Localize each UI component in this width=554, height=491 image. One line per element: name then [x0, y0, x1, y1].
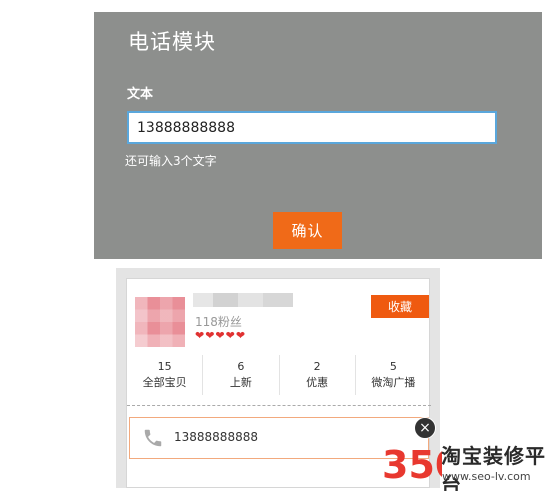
stat-num: 5 [389, 360, 397, 373]
phone-text-input[interactable] [127, 111, 497, 144]
text-field-label: 文本 [127, 87, 154, 102]
rating-hearts: ❤❤❤❤❤ [195, 329, 247, 342]
shop-name-blurred [193, 293, 293, 307]
follow-button[interactable]: 收藏 [371, 295, 429, 318]
stat-label: 微淘广播 [371, 376, 416, 389]
watermark-logo: 350 [382, 443, 442, 486]
remaining-chars-hint: 还可输入3个文字 [125, 154, 217, 168]
watermark-logo-text: 350 [382, 443, 442, 486]
stat-discounts[interactable]: 2 优惠 [280, 355, 356, 395]
stat-all-items[interactable]: 15 全部宝贝 [127, 355, 204, 395]
stat-num: 2 [313, 360, 321, 373]
stat-label: 上新 [229, 376, 252, 389]
dialog-title: 电话模块 [128, 30, 216, 54]
shop-avatar [135, 297, 185, 347]
stat-new[interactable]: 6 上新 [203, 355, 280, 395]
phone-module-dialog: 电话模块 文本 还可输入3个文字 确认 [94, 12, 542, 259]
watermark-name: 淘宝装修平台 [441, 444, 546, 491]
stat-broadcast[interactable]: 5 微淘广播 [356, 355, 431, 395]
stat-label: 全部宝贝 [142, 376, 187, 389]
preview-phone-number: 13888888888 [174, 430, 258, 444]
phone-icon [144, 429, 162, 447]
watermark-url: www.seo-lv.com [442, 470, 531, 483]
dashed-divider [127, 405, 431, 406]
stat-label: 优惠 [306, 376, 329, 389]
stat-num: 6 [237, 360, 245, 373]
shop-stats: 15 全部宝贝 6 上新 2 优惠 5 微淘广播 [127, 355, 431, 395]
confirm-button[interactable]: 确认 [273, 212, 342, 249]
stat-num: 15 [157, 360, 172, 373]
fans-count: 118粉丝 [195, 315, 242, 329]
